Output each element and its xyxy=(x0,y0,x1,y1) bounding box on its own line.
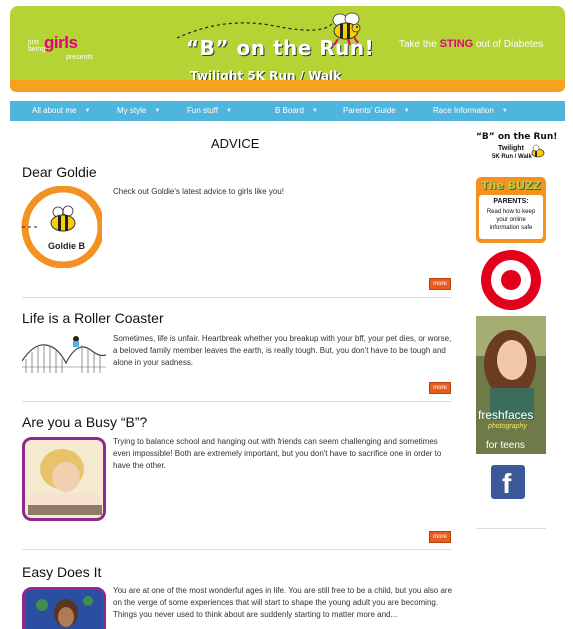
sidebar-race-title: “B” on the Run! xyxy=(476,132,557,142)
the-buzz-card: PARENTS: Read how to keep your online in… xyxy=(479,195,543,239)
tagline-pre: Take the xyxy=(399,39,440,50)
logo-presents-text: presents xyxy=(66,54,93,61)
sidebar-divider xyxy=(476,528,546,529)
page-title: ADVICE xyxy=(211,136,259,151)
tagline-sting: STING xyxy=(440,38,474,50)
sidebar-race-sub-2: 5K Run / Walk xyxy=(492,154,532,160)
busy-b-photo-thumbnail[interactable] xyxy=(22,437,106,521)
roller-coaster-thumbnail[interactable] xyxy=(22,333,106,373)
logo-word-being: being xyxy=(28,46,45,53)
logo-word-just: just xyxy=(28,39,39,46)
nav-label: Parents' Guide xyxy=(343,101,396,121)
nav-label: All about me xyxy=(32,101,76,121)
tagline: Take the STING out of Diabetes xyxy=(399,38,543,50)
logo-just-text: just being xyxy=(28,39,45,53)
nav-item-parents-guide[interactable]: Parents' Guide ▼ xyxy=(327,101,417,121)
facebook-icon[interactable]: f xyxy=(491,465,525,499)
freshfaces-teens: for teens xyxy=(486,440,525,451)
article-title-dear-goldie[interactable]: Dear Goldie xyxy=(22,164,97,180)
logo-girls-text: girls xyxy=(44,33,77,53)
bee-icon xyxy=(530,144,546,160)
article-text: Trying to balance school and hanging out… xyxy=(113,436,453,472)
article-text: Check out Goldie's latest advice to girl… xyxy=(113,186,448,198)
the-buzz-box[interactable]: The BUZZ PARENTS: Read how to keep your … xyxy=(476,177,546,243)
nav-label: My style xyxy=(117,101,146,121)
nav-item-race-information[interactable]: Race Information ▼ xyxy=(417,101,565,121)
chevron-down-icon: ▼ xyxy=(404,101,410,121)
freshfaces-photography: photography xyxy=(488,423,527,430)
article-text: Sometimes, life is unfair. Heartbreak wh… xyxy=(113,333,453,369)
nav-label: Race Information xyxy=(433,101,494,121)
chevron-down-icon: ▼ xyxy=(226,101,232,121)
article-title-easy-does-it[interactable]: Easy Does It xyxy=(22,564,101,580)
article-divider xyxy=(22,297,452,298)
nav-item-all-about-me[interactable]: All about me ▼ xyxy=(10,101,107,121)
sidebar-race-sub-1: Twilight xyxy=(498,145,524,152)
tagline-post: out of Diabetes xyxy=(473,39,543,50)
more-button[interactable]: more xyxy=(429,278,451,290)
nav-label: Fun stuff xyxy=(187,101,218,121)
bee-mascot-icon xyxy=(328,12,364,46)
chevron-down-icon: ▼ xyxy=(312,101,318,121)
the-buzz-title: The BUZZ xyxy=(481,179,541,192)
header-banner: just being girls presents “B” on the Run… xyxy=(10,6,565,86)
article-title-busy-b[interactable]: Are you a Busy “B”? xyxy=(22,414,147,430)
chevron-down-icon: ▼ xyxy=(154,101,160,121)
facebook-letter: f xyxy=(502,469,511,499)
more-button[interactable]: more xyxy=(429,382,451,394)
freshfaces-ad[interactable] xyxy=(476,316,546,454)
chevron-down-icon: ▼ xyxy=(84,101,90,121)
nav-item-fun-stuff[interactable]: Fun stuff ▼ xyxy=(179,101,253,121)
goldie-b-thumbnail[interactable] xyxy=(20,186,102,268)
chevron-down-icon: ▼ xyxy=(502,101,508,121)
main-nav: All about me ▼ My style ▼ Fun stuff ▼ B Boa… xyxy=(10,101,565,121)
article-divider xyxy=(22,401,452,402)
more-button[interactable]: more xyxy=(429,531,451,543)
buzz-parents-label: PARENTS: xyxy=(479,198,543,205)
goldie-thumb-caption: Goldie B xyxy=(48,240,85,252)
easy-does-it-photo-thumbnail[interactable] xyxy=(22,587,106,629)
sidebar-race-logo[interactable]: “B” on the Run! Twilight 5K Run / Walk xyxy=(476,132,548,166)
nav-item-b-board[interactable]: B Board ▼ xyxy=(253,101,327,121)
nav-item-my-style[interactable]: My style ▼ xyxy=(107,101,179,121)
article-title-roller-coaster[interactable]: Life is a Roller Coaster xyxy=(22,310,164,326)
article-text: You are at one of the most wonderful age… xyxy=(113,585,453,621)
header-banner-stripe xyxy=(10,80,565,92)
nav-label: B Board xyxy=(275,101,304,121)
buzz-text: Read how to keep your online information… xyxy=(482,208,540,232)
freshfaces-title: freshfaces xyxy=(478,408,533,422)
article-divider xyxy=(22,549,452,550)
target-logo-icon[interactable] xyxy=(479,248,543,312)
